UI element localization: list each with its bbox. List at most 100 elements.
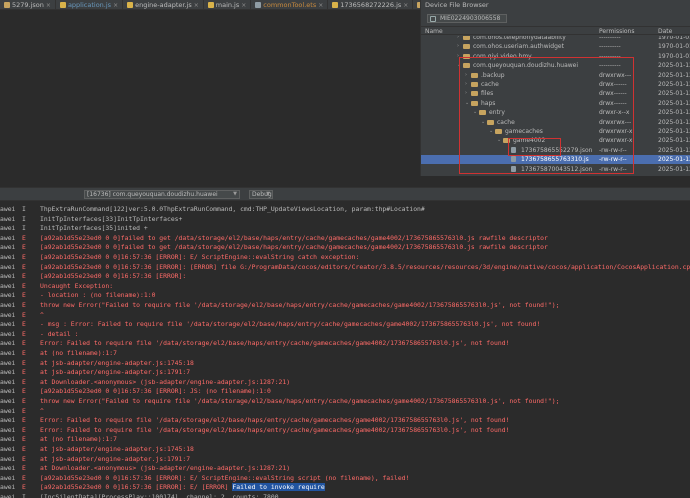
log-message: throw new Error("Failed to require file … <box>40 300 559 310</box>
file-icon <box>59 2 66 8</box>
log-line[interactable]: awei I ThpExtraRunCommand[122]ver:5.0.0Thp… <box>0 204 690 214</box>
process-selector[interactable]: [16736] com.queyouquan.doudizhu.huawei ▼ <box>84 190 240 199</box>
log-level: E <box>22 233 26 242</box>
log-line[interactable]: awei E ^ <box>0 406 690 416</box>
annotation-highlight-box <box>459 57 634 174</box>
log-line[interactable]: awei E Error: Failed to require file '/da… <box>0 425 690 435</box>
search-highlight: Failed to invoke require <box>232 483 325 492</box>
log-level-selector[interactable]: Debug ▼ <box>249 190 273 199</box>
chevron-right-icon[interactable]: › <box>457 36 459 42</box>
column-name[interactable]: Name <box>425 28 443 35</box>
log-line[interactable]: awei E Uncaught Exception: <box>0 281 690 291</box>
log-line[interactable]: awei I InitTpInterfaces[35]inited + <box>0 223 690 233</box>
panel-title: Device File Browser <box>421 0 690 10</box>
log-message: InitTpInterfaces[35]inited + <box>40 223 148 233</box>
device-selector-row: MIE0224903006558 <box>421 12 690 24</box>
editor-tab[interactable]: commonTool.ets × <box>251 0 329 9</box>
log-level: E <box>22 406 26 415</box>
log-level: E <box>22 377 26 386</box>
log-line[interactable]: awei E [a92ab1d55e23ed0 0 0]16:57:36 [ERRO… <box>0 262 690 272</box>
tab-label: main.js <box>215 1 240 9</box>
close-icon[interactable]: × <box>241 2 246 9</box>
log-tag: awei <box>0 233 16 242</box>
log-line[interactable]: awei E Error: Failed to require file '/da… <box>0 338 690 348</box>
editor-tab[interactable]: 1736568272226.js × <box>328 0 414 9</box>
log-line[interactable]: awei I InitTpInterfaces[33]InitTpInterface… <box>0 214 690 224</box>
log-message-text: at jsb-adapter/engine-adapter.js:1791:7 <box>40 368 191 377</box>
chevron-right-icon[interactable]: › <box>457 42 459 51</box>
close-icon[interactable]: × <box>46 2 51 9</box>
log-message: Error: Failed to require file '/data/sto… <box>40 415 509 425</box>
log-line[interactable]: awei E - msg : Error: Failed to require f… <box>0 319 690 329</box>
log-output[interactable]: awei I ThpExtraRunCommand[122]ver:5.0.0Thp… <box>0 202 690 498</box>
file-date: 2025-01-13 1 <box>658 90 690 98</box>
log-line[interactable]: awei E - location : (no filename):1:0 <box>0 290 690 300</box>
log-message-text: at (no filename):1:7 <box>40 349 117 357</box>
log-line[interactable]: awei Ethrow new Error("Failed to require … <box>0 396 690 406</box>
log-message-text: at jsb-adapter/engine-adapter.js:1745:18 <box>40 445 194 453</box>
log-message-text: [a92ab1d55e23ed0 0 0]16:57:36 [ERROR]: [… <box>40 262 690 271</box>
log-line[interactable]: awei E at (no filename):1:7 <box>0 348 690 358</box>
log-line[interactable]: awei E Error: Failed to require file '/da… <box>0 415 690 425</box>
file-date: 2025-01-13 1 <box>658 165 690 173</box>
device-selector[interactable]: MIE0224903006558 <box>427 13 507 23</box>
log-line[interactable]: awei E [a92ab1d55e23ed0 0 0]16:57:36 [ERRO… <box>0 473 690 483</box>
close-icon[interactable]: × <box>113 2 118 9</box>
folder-row[interactable]: › com.ohos.telephonydataability ----------… <box>421 36 690 42</box>
log-level: E <box>22 445 26 453</box>
log-line[interactable]: awei E at jsb-adapter/engine-adapter.js:1… <box>0 358 690 368</box>
log-message-text: ^ <box>40 406 44 415</box>
log-message-text: at Downloader.<anonymous> (jsb-adapter/e… <box>40 377 291 386</box>
log-message: - location : (no filename):1:0 <box>40 290 155 300</box>
process-label: [16736] com.queyouquan.doudizhu.huawei <box>87 191 218 198</box>
log-tag: awei <box>0 387 16 396</box>
editor-tab[interactable]: application.js × <box>56 0 124 9</box>
log-line[interactable]: awei E at Downloader.<anonymous> (jsb-ada… <box>0 463 690 473</box>
log-tag: awei <box>0 214 16 223</box>
log-message-text: InitTpInterfaces[33]InitTpInterfaces+ <box>40 214 183 223</box>
log-line[interactable]: awei E at jsb-adapter/engine-adapter.js:1… <box>0 454 690 464</box>
log-tag: awei <box>0 377 16 386</box>
log-level: I <box>22 493 26 498</box>
log-line[interactable]: awei E at jsb-adapter/engine-adapter.js:1… <box>0 367 690 377</box>
folder-row[interactable]: › com.ohos.useriam.authwidget ---------- 19… <box>421 42 690 51</box>
log-line[interactable]: awei E [a92ab1d55e23ed0 0 0]16:57:36 [ERRO… <box>0 482 690 492</box>
close-icon[interactable]: × <box>194 2 199 9</box>
log-line[interactable]: awei E [a92ab1d55e23ed0 0 0]failed to get … <box>0 233 690 243</box>
editor-area[interactable] <box>0 11 420 176</box>
log-line[interactable]: awei E [a92ab1d55e23ed0 0 0]failed to get … <box>0 242 690 252</box>
log-line[interactable]: awei E at jsb-adapter/engine-adapter.js:1… <box>0 444 690 454</box>
log-line[interactable]: awei E - detail : <box>0 329 690 339</box>
editor-tab[interactable]: engine-adapter.js × <box>123 0 204 9</box>
log-message-text: at Downloader.<anonymous> (jsb-adapter/e… <box>40 464 291 473</box>
editor-tab[interactable]: 5279.json × <box>0 0 56 9</box>
log-message-text: Error: Failed to require file '/data/sto… <box>40 425 510 434</box>
log-tag: awei <box>0 262 16 271</box>
close-icon[interactable]: × <box>318 2 323 9</box>
log-line[interactable]: awei E at (no filename):1:7 <box>0 434 690 444</box>
column-permissions[interactable]: Permissions <box>599 28 635 35</box>
log-line[interactable]: awei E [a92ab1d55e23ed0 0 0]16:57:36 [ERRO… <box>0 271 690 281</box>
log-line[interactable]: awei E at Downloader.<anonymous> (jsb-ada… <box>0 377 690 387</box>
log-message: - detail : <box>40 329 78 339</box>
log-line[interactable]: awei E [a92ab1d55e23ed0 0 0]16:57:36 [ERRO… <box>0 386 690 396</box>
log-message-text: Error: Failed to require file '/data/sto… <box>40 416 510 425</box>
log-message: [a92ab1d55e23ed0 0 0]16:57:36 [ERROR]: E… <box>40 252 359 262</box>
log-line[interactable]: awei E ^ <box>0 310 690 320</box>
file-date: 2025-01-13 1 <box>658 137 690 145</box>
device-id: MIE0224903006558 <box>440 14 501 22</box>
log-level: E <box>22 397 26 405</box>
file-date: 2025-01-13 1 <box>658 109 690 117</box>
close-icon[interactable]: × <box>403 2 408 9</box>
file-icon <box>207 2 214 8</box>
log-line[interactable]: awei I [IncSilentData][ProcessPlay::100174… <box>0 492 690 498</box>
file-date: 2025-01-13 1 <box>658 146 690 154</box>
column-date[interactable]: Date <box>658 28 672 35</box>
log-tag: awei <box>0 416 16 425</box>
log-line[interactable]: awei Ethrow new Error("Failed to require … <box>0 300 690 310</box>
log-message: throw new Error("Failed to require file … <box>40 396 559 406</box>
log-level: E <box>22 301 26 309</box>
editor-tab[interactable]: main.js × <box>204 0 252 9</box>
log-message: at jsb-adapter/engine-adapter.js:1745:18 <box>40 358 194 368</box>
log-line[interactable]: awei E [a92ab1d55e23ed0 0 0]16:57:36 [ERRO… <box>0 252 690 262</box>
